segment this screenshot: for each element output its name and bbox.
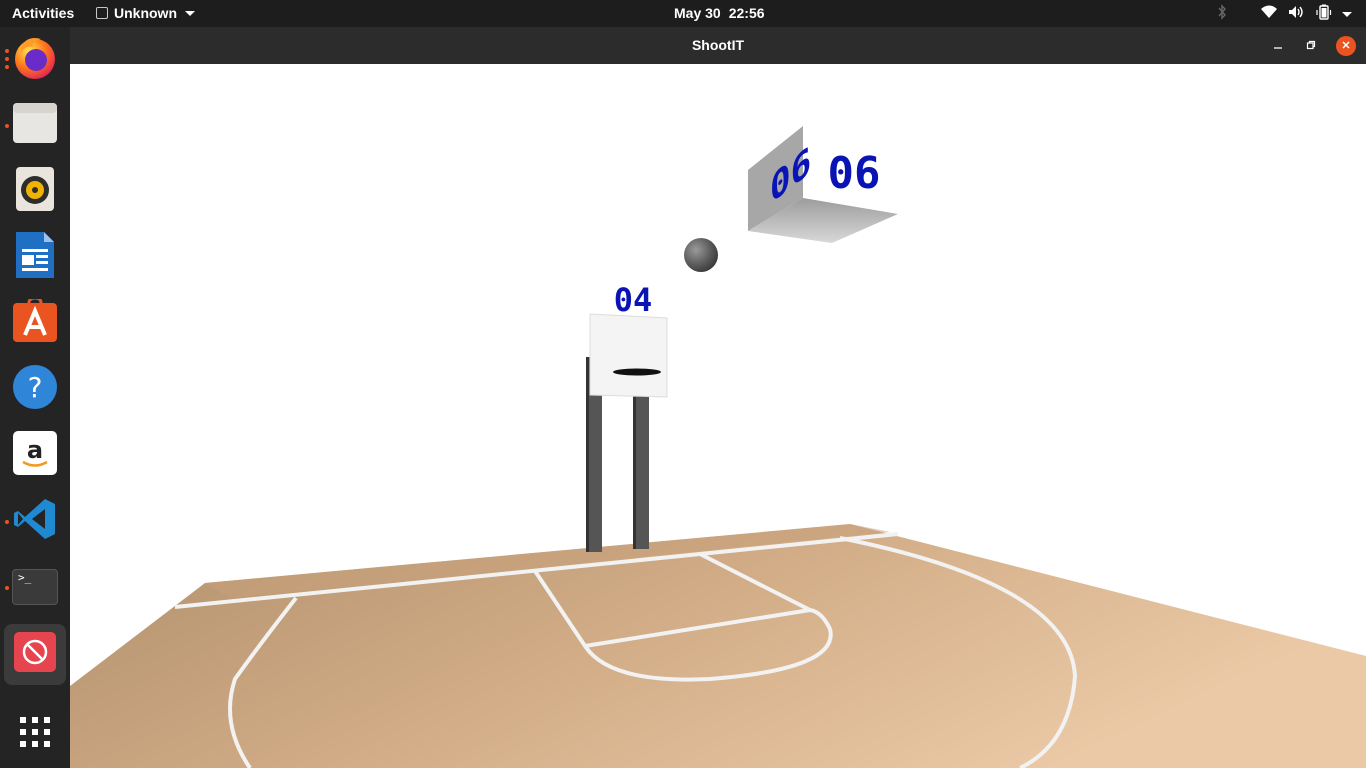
app-menu-icon — [96, 7, 108, 19]
scoreboard-front-score: 06 — [828, 148, 881, 199]
clock[interactable]: May 30 22:56 — [674, 5, 773, 21]
chevron-down-icon — [185, 10, 195, 16]
dock-item-files[interactable] — [6, 96, 64, 154]
app-grid-icon — [19, 716, 51, 753]
dock-item-terminal[interactable]: >_ — [6, 558, 64, 616]
app-menu-label: Unknown — [114, 5, 177, 21]
minimize-button[interactable] — [1268, 36, 1288, 56]
show-apps-button[interactable] — [6, 705, 64, 763]
minimize-icon — [1273, 37, 1283, 55]
dock-item-firefox[interactable] — [6, 30, 64, 88]
dock-item-shootit[interactable] — [4, 624, 66, 685]
battery-icon — [1316, 4, 1332, 23]
activities-button[interactable]: Activities — [12, 5, 74, 21]
top-bar: Activities Unknown May 30 22:56 — [0, 0, 1366, 27]
volume-icon — [1288, 5, 1306, 22]
dock: ? a >_ — [0, 27, 70, 768]
close-icon — [1341, 37, 1351, 55]
hoop-score: 04 — [614, 281, 653, 319]
svg-text:?: ? — [28, 371, 43, 404]
app-menu[interactable]: Unknown — [96, 5, 195, 21]
game-canvas[interactable]: 04 06 06 — [70, 64, 1366, 768]
dock-item-vscode[interactable] — [6, 492, 64, 550]
dock-item-rhythmbox[interactable] — [6, 162, 64, 220]
help-icon: ? — [12, 364, 58, 415]
speaker-icon — [15, 166, 55, 217]
restore-icon — [1306, 37, 1316, 55]
backboard — [589, 313, 668, 398]
dock-item-writer[interactable] — [6, 228, 64, 286]
bluetooth-icon — [1216, 4, 1228, 23]
hoop-rim — [613, 368, 661, 376]
chevron-down-icon — [1342, 6, 1352, 22]
basketball — [684, 238, 718, 272]
clock-time: 22:56 — [728, 5, 765, 21]
folder-icon — [11, 101, 59, 150]
dock-item-help[interactable]: ? — [6, 360, 64, 418]
window-title: ShootIT — [691, 37, 745, 53]
software-store-icon — [12, 295, 58, 348]
clock-date: May 30 — [674, 5, 721, 21]
svg-text:a: a — [27, 436, 43, 464]
maximize-button[interactable] — [1301, 36, 1321, 56]
scoreboard: 06 06 — [748, 126, 898, 243]
document-icon — [14, 231, 56, 284]
court-floor — [70, 524, 1366, 768]
vscode-icon — [13, 497, 57, 546]
amazon-icon: a — [13, 430, 57, 480]
dock-item-software[interactable] — [6, 294, 64, 352]
firefox-icon — [11, 33, 59, 86]
system-tray[interactable] — [1216, 4, 1352, 23]
terminal-prompt: >_ — [18, 571, 32, 584]
terminal-icon: >_ — [12, 569, 58, 605]
no-entry-icon — [14, 632, 56, 677]
dock-item-amazon[interactable]: a — [6, 426, 64, 484]
window-titlebar[interactable]: ShootIT — [70, 27, 1366, 64]
close-button[interactable] — [1336, 36, 1356, 56]
wifi-icon — [1260, 5, 1278, 22]
